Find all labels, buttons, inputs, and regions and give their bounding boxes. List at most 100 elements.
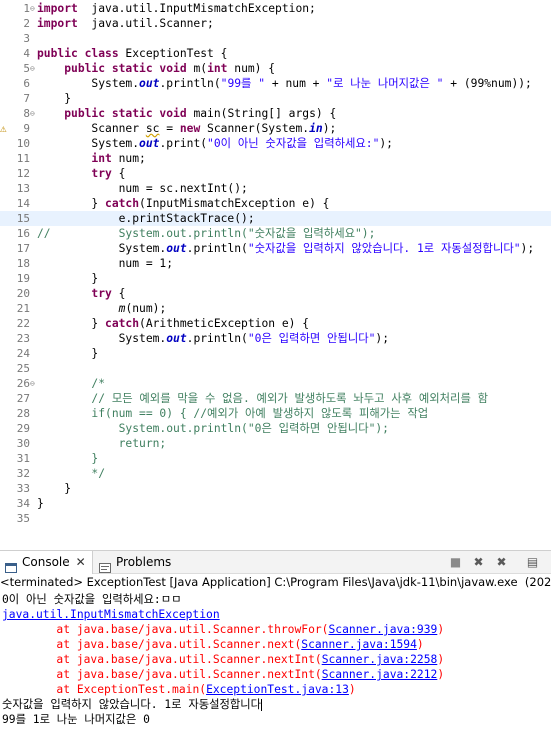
code-token: .print( — [159, 137, 208, 150]
console-text: at ExceptionTest.main( — [2, 683, 207, 696]
code-line[interactable]: 6 System.out.println("99를 " + num + "로 나… — [0, 76, 551, 91]
code-line[interactable]: 23 System.out.println("0은 입력하면 안됩니다"); — [0, 331, 551, 346]
line-number: 34 — [16, 497, 30, 510]
line-number: 6 — [23, 77, 30, 90]
code-text: public class ExceptionTest { — [37, 46, 227, 61]
code-line[interactable]: 15 e.printStackTrace(); — [0, 211, 551, 226]
code-line[interactable]: 29 System.out.println("0은 입력하면 안됩니다"); — [0, 421, 551, 436]
tab-problems[interactable]: Problems — [94, 551, 174, 574]
code-token: } — [37, 482, 72, 495]
warning-icon[interactable]: ⚠ — [0, 121, 10, 136]
tab-console[interactable]: Console ✕ — [0, 551, 93, 574]
code-line[interactable]: 25 — [0, 361, 551, 376]
code-line[interactable]: 1 ⊖ import java.util.InputMismatchExceptio… — [0, 1, 551, 16]
terminate-icon[interactable]: ■ — [448, 555, 463, 570]
code-line[interactable]: 26 ⊖ /* — [0, 376, 551, 391]
code-line[interactable]: 24 } — [0, 346, 551, 361]
code-line[interactable]: 13 num = sc.nextInt(); — [0, 181, 551, 196]
code-token: } — [37, 497, 44, 510]
code-line[interactable]: 10 System.out.print("0이 아닌 숫자값을 입력하세요:")… — [0, 136, 551, 151]
remove-all-launches-icon[interactable]: ✖ — [494, 555, 509, 570]
stacktrace-link[interactable]: java.util.InputMismatchException — [2, 608, 220, 621]
code-line[interactable]: 35 — [0, 511, 551, 526]
code-line[interactable]: 32 */ — [0, 466, 551, 481]
clear-console-icon[interactable]: ▤ — [525, 555, 540, 570]
code-token: int — [207, 62, 228, 75]
code-text: System.out.println("0은 입력하면 안됩니다"); — [37, 421, 389, 436]
remove-launch-icon[interactable]: ✖ — [471, 555, 486, 570]
fold-toggle-icon[interactable]: ⊖ — [30, 377, 36, 390]
stacktrace-link[interactable]: Scanner.java:2212 — [322, 668, 438, 681]
code-text: int num; — [37, 151, 145, 166]
console-output[interactable]: 0이 아닌 숫자값을 입력하세요:ㅁㅁ java.util.InputMismat… — [0, 591, 551, 738]
code-text: // System.out.println("숫자값을 입력하세요"); — [37, 226, 375, 241]
code-line[interactable]: 31 } — [0, 451, 551, 466]
code-token: "0이 아닌 숫자값을 입력하세요:" — [207, 137, 380, 150]
code-line[interactable]: 16 // System.out.println("숫자값을 입력하세요"); — [0, 226, 551, 241]
console-text: 0이 아닌 숫자값을 입력하세요:ㅁㅁ — [2, 593, 182, 606]
stacktrace-link[interactable]: Scanner.java:1594 — [301, 638, 417, 651]
code-text: try { — [37, 286, 125, 301]
fold-toggle-icon[interactable]: ⊖ — [30, 2, 36, 15]
console-line: at java.base/java.util.Scanner.nextInt(S… — [2, 652, 444, 667]
line-number: 15 — [16, 212, 30, 225]
code-text: } — [37, 451, 98, 466]
code-token: Scanner(System. — [200, 122, 310, 135]
code-text: } — [37, 271, 98, 286]
code-line[interactable]: 34} — [0, 496, 551, 511]
line-number: 10 — [16, 137, 30, 150]
code-token: } — [37, 92, 72, 105]
code-line[interactable]: 8 ⊖ public static void main(String[] args… — [0, 106, 551, 121]
code-line[interactable]: 2 import java.util.Scanner; — [0, 16, 551, 31]
stacktrace-link[interactable]: Scanner.java:2258 — [322, 653, 438, 666]
code-token: catch — [105, 197, 140, 210]
line-number: 3 — [23, 32, 30, 45]
code-line[interactable]: 9 ⚠ Scanner sc = new Scanner(System.in); — [0, 121, 551, 136]
line-number: 17 — [16, 242, 30, 255]
code-line[interactable]: 12 try { — [0, 166, 551, 181]
console-line: at java.base/java.util.Scanner.nextInt(S… — [2, 667, 444, 682]
console-line: 0이 아닌 숫자값을 입력하세요:ㅁㅁ — [2, 592, 182, 607]
code-line[interactable]: 33 } — [0, 481, 551, 496]
stacktrace-link[interactable]: Scanner.java:939 — [328, 623, 437, 636]
line-number: 21 — [16, 302, 30, 315]
code-line[interactable]: 11 int num; — [0, 151, 551, 166]
code-line[interactable]: 4 public class ExceptionTest { — [0, 46, 551, 61]
close-icon[interactable]: ✕ — [76, 551, 86, 574]
code-line[interactable]: 27 // 모든 예외를 막을 수 없음. 예외가 발생하도록 놔두고 사후 예… — [0, 391, 551, 406]
code-line[interactable]: 5 ⊖ public static void m(int num) { — [0, 61, 551, 76]
code-line[interactable]: 3 — [0, 31, 551, 46]
code-text: e.printStackTrace(); — [37, 211, 255, 226]
code-token: import — [37, 17, 78, 30]
fold-toggle-icon[interactable]: ⊖ — [30, 107, 36, 120]
line-number: 19 — [16, 272, 30, 285]
code-editor[interactable]: 1 ⊖ import java.util.InputMismatchExceptio… — [0, 0, 551, 536]
code-line[interactable]: 28 if(num == 0) { //예외가 아예 발생하지 않도록 피해가는… — [0, 406, 551, 421]
code-token: out — [139, 137, 160, 150]
line-number: 30 — [16, 437, 30, 450]
code-token: try — [91, 167, 112, 180]
code-line[interactable]: 19 } — [0, 271, 551, 286]
code-text: return; — [37, 436, 167, 451]
stacktrace-link[interactable]: ExceptionTest.java:13 — [206, 683, 349, 696]
code-line[interactable]: 14 } catch(InputMismatchException e) { — [0, 196, 551, 211]
console-text: at java.base/java.util.Scanner.next( — [2, 638, 302, 651]
code-token: } — [37, 452, 99, 465]
code-token: public class — [37, 47, 119, 60]
fold-toggle-icon[interactable]: ⊖ — [30, 62, 36, 75]
code-line[interactable]: 22 } catch(ArithmeticException e) { — [0, 316, 551, 331]
code-line[interactable]: 7 } — [0, 91, 551, 106]
panel-divider — [0, 536, 551, 550]
code-line[interactable]: 20 try { — [0, 286, 551, 301]
code-text: import java.util.Scanner; — [37, 16, 214, 31]
code-text: import java.util.InputMismatchException; — [37, 1, 316, 16]
code-line[interactable]: 21 m(num); — [0, 301, 551, 316]
code-line[interactable]: 17 System.out.println("숫자값을 입력하지 않았습니다. … — [0, 241, 551, 256]
code-line[interactable]: 30 return; — [0, 436, 551, 451]
code-line[interactable]: 18 num = 1; — [0, 256, 551, 271]
line-number: 22 — [16, 317, 30, 330]
console-text: ) — [437, 653, 445, 666]
